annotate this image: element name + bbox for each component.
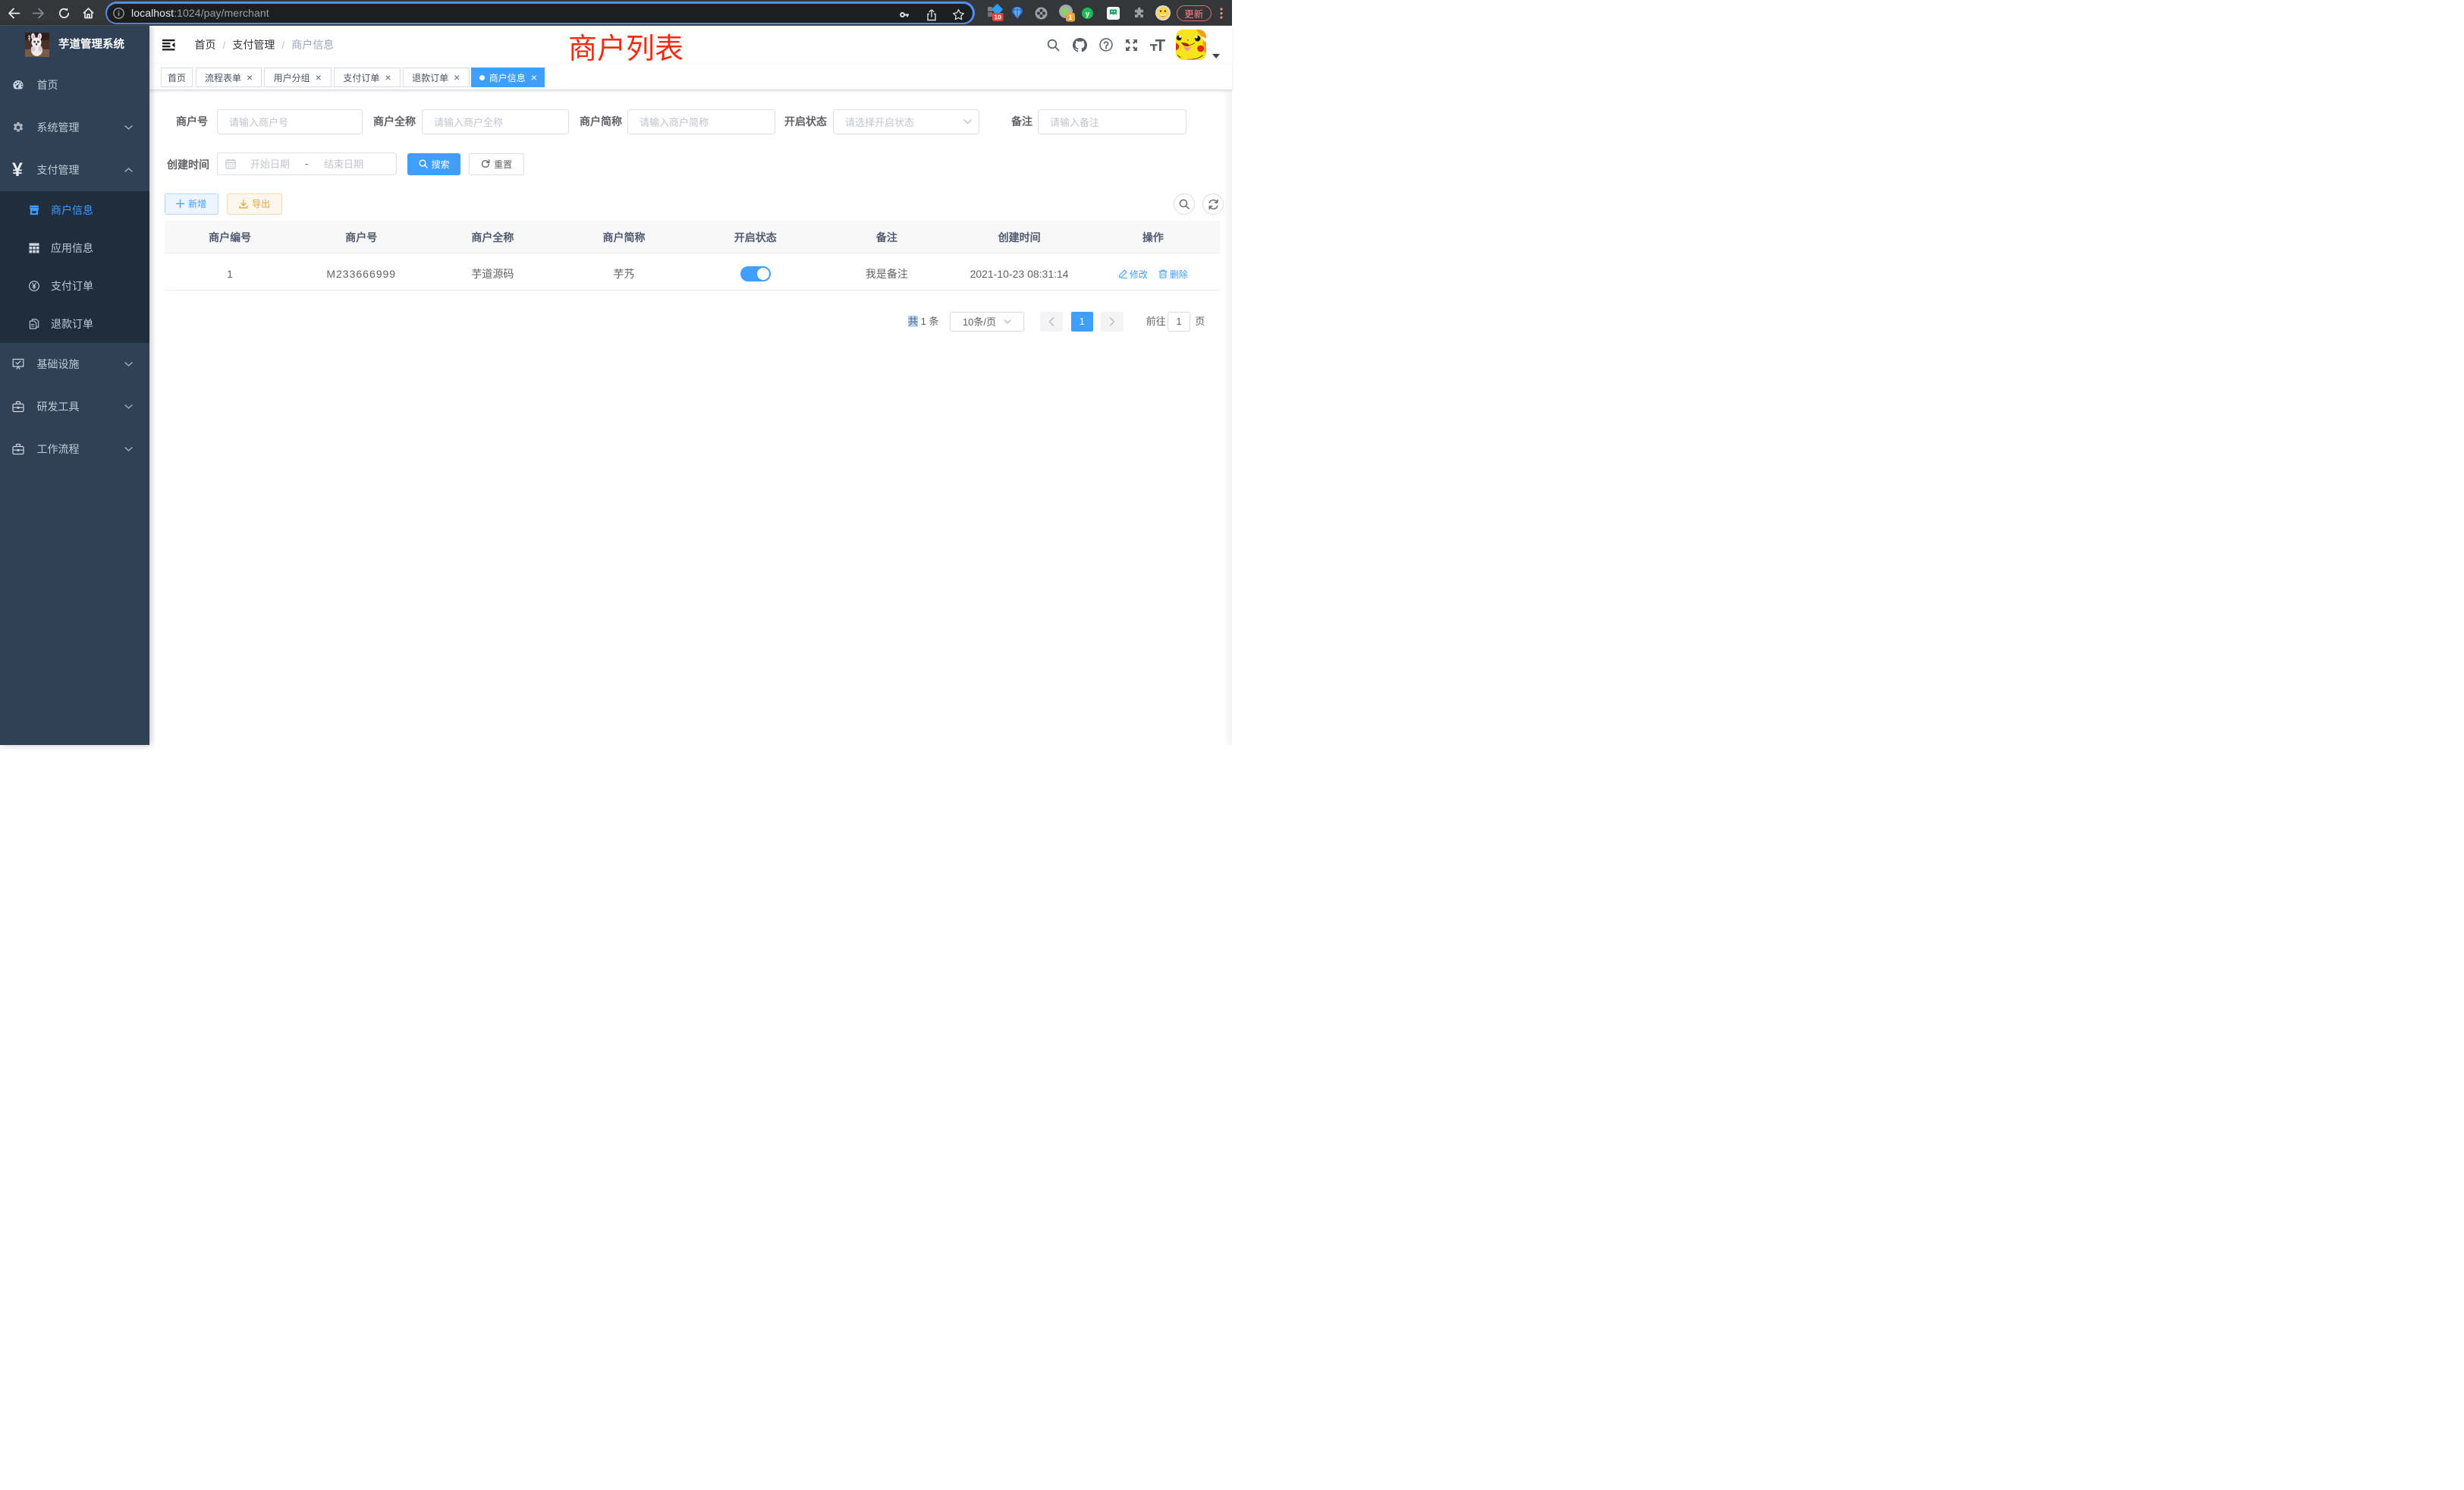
svg-text:y: y — [1086, 10, 1090, 18]
svg-text:10: 10 — [994, 14, 1001, 21]
svg-text:1: 1 — [1069, 14, 1073, 21]
